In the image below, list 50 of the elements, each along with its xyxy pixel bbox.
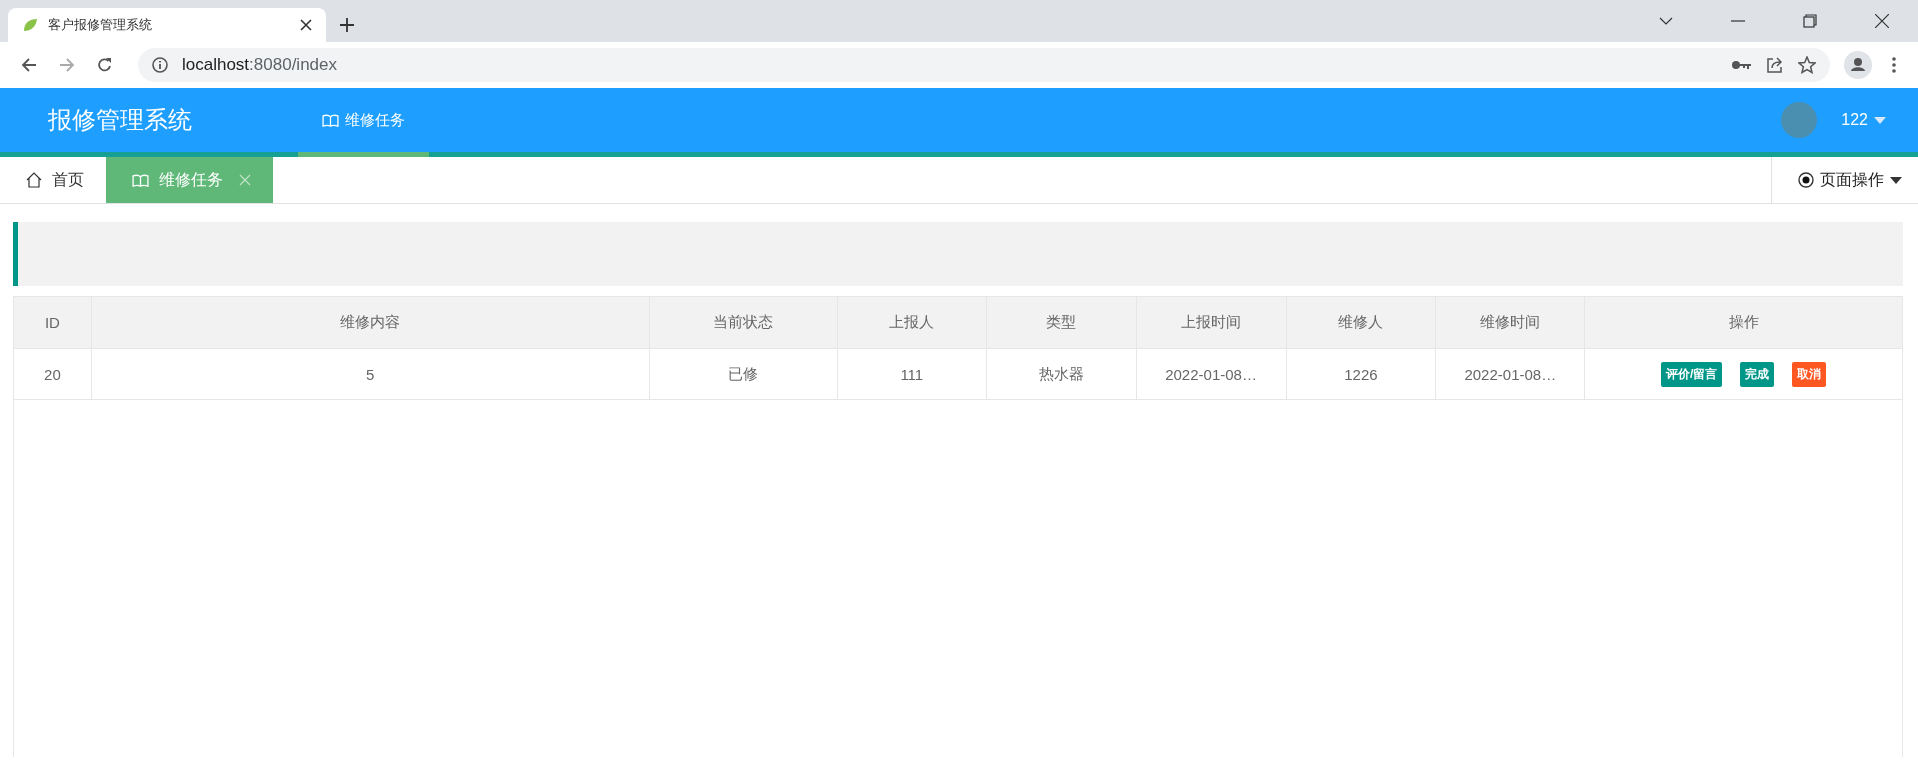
reload-icon[interactable] <box>97 57 113 73</box>
radio-dot-icon <box>1798 172 1814 188</box>
home-icon <box>26 172 42 188</box>
chevron-down-icon[interactable] <box>1659 17 1673 25</box>
profile-icon[interactable] <box>1844 51 1872 79</box>
table-cell: 热水器 <box>986 348 1137 400</box>
page-tab[interactable]: 首页 <box>0 157 106 203</box>
caret-icon <box>1874 116 1886 124</box>
book-icon <box>132 173 149 187</box>
close-icon[interactable] <box>300 19 312 31</box>
book-icon <box>322 113 339 127</box>
user-menu[interactable]: 122 <box>1841 111 1886 129</box>
table-cell: 111 <box>837 348 987 400</box>
back-icon[interactable] <box>21 57 37 73</box>
column-header: 操作 <box>1584 297 1902 349</box>
menu-icon[interactable] <box>1892 57 1896 73</box>
table-cell: 1226 <box>1286 348 1436 400</box>
column-header: 维修内容 <box>91 297 650 349</box>
column-header: 当前状态 <box>649 297 838 349</box>
share-icon[interactable] <box>1766 56 1784 74</box>
action-button[interactable]: 评价/留言 <box>1660 361 1723 387</box>
column-header: 类型 <box>986 297 1137 349</box>
table-cell: 5 <box>91 348 650 400</box>
table-cell: 2022-01-08… <box>1136 348 1286 400</box>
page-tab[interactable]: 维修任务 <box>106 157 273 203</box>
new-tab-icon[interactable] <box>340 18 354 32</box>
caret-icon <box>1890 176 1902 184</box>
page-actions-dropdown[interactable]: 页面操作 <box>1771 157 1918 203</box>
table-cell: 2022-01-08… <box>1435 348 1585 400</box>
table-cell: 已修 <box>649 348 838 400</box>
address-bar[interactable]: localhost:8080/index <box>138 48 1830 82</box>
action-button[interactable]: 完成 <box>1740 361 1775 387</box>
key-icon[interactable] <box>1732 60 1752 70</box>
column-header: ID <box>14 297 92 349</box>
star-icon[interactable] <box>1798 56 1816 74</box>
app-title: 报修管理系统 <box>48 105 193 135</box>
info-icon <box>152 57 168 73</box>
table-cell: 20 <box>14 348 92 400</box>
action-button[interactable]: 取消 <box>1792 361 1827 387</box>
restore-icon[interactable] <box>1803 14 1817 28</box>
tab-title: 客户报修管理系统 <box>48 16 153 34</box>
column-header: 上报时间 <box>1136 297 1286 349</box>
browser-tab[interactable]: 客户报修管理系统 <box>8 8 326 42</box>
leaf-icon <box>22 17 38 33</box>
close-icon[interactable] <box>1875 14 1889 28</box>
column-header: 上报人 <box>837 297 987 349</box>
url-text: localhost:8080/index <box>182 55 337 75</box>
column-header: 维修人 <box>1286 297 1436 349</box>
column-header: 维修时间 <box>1435 297 1585 349</box>
nav-item[interactable]: 维修任务 <box>298 88 429 157</box>
